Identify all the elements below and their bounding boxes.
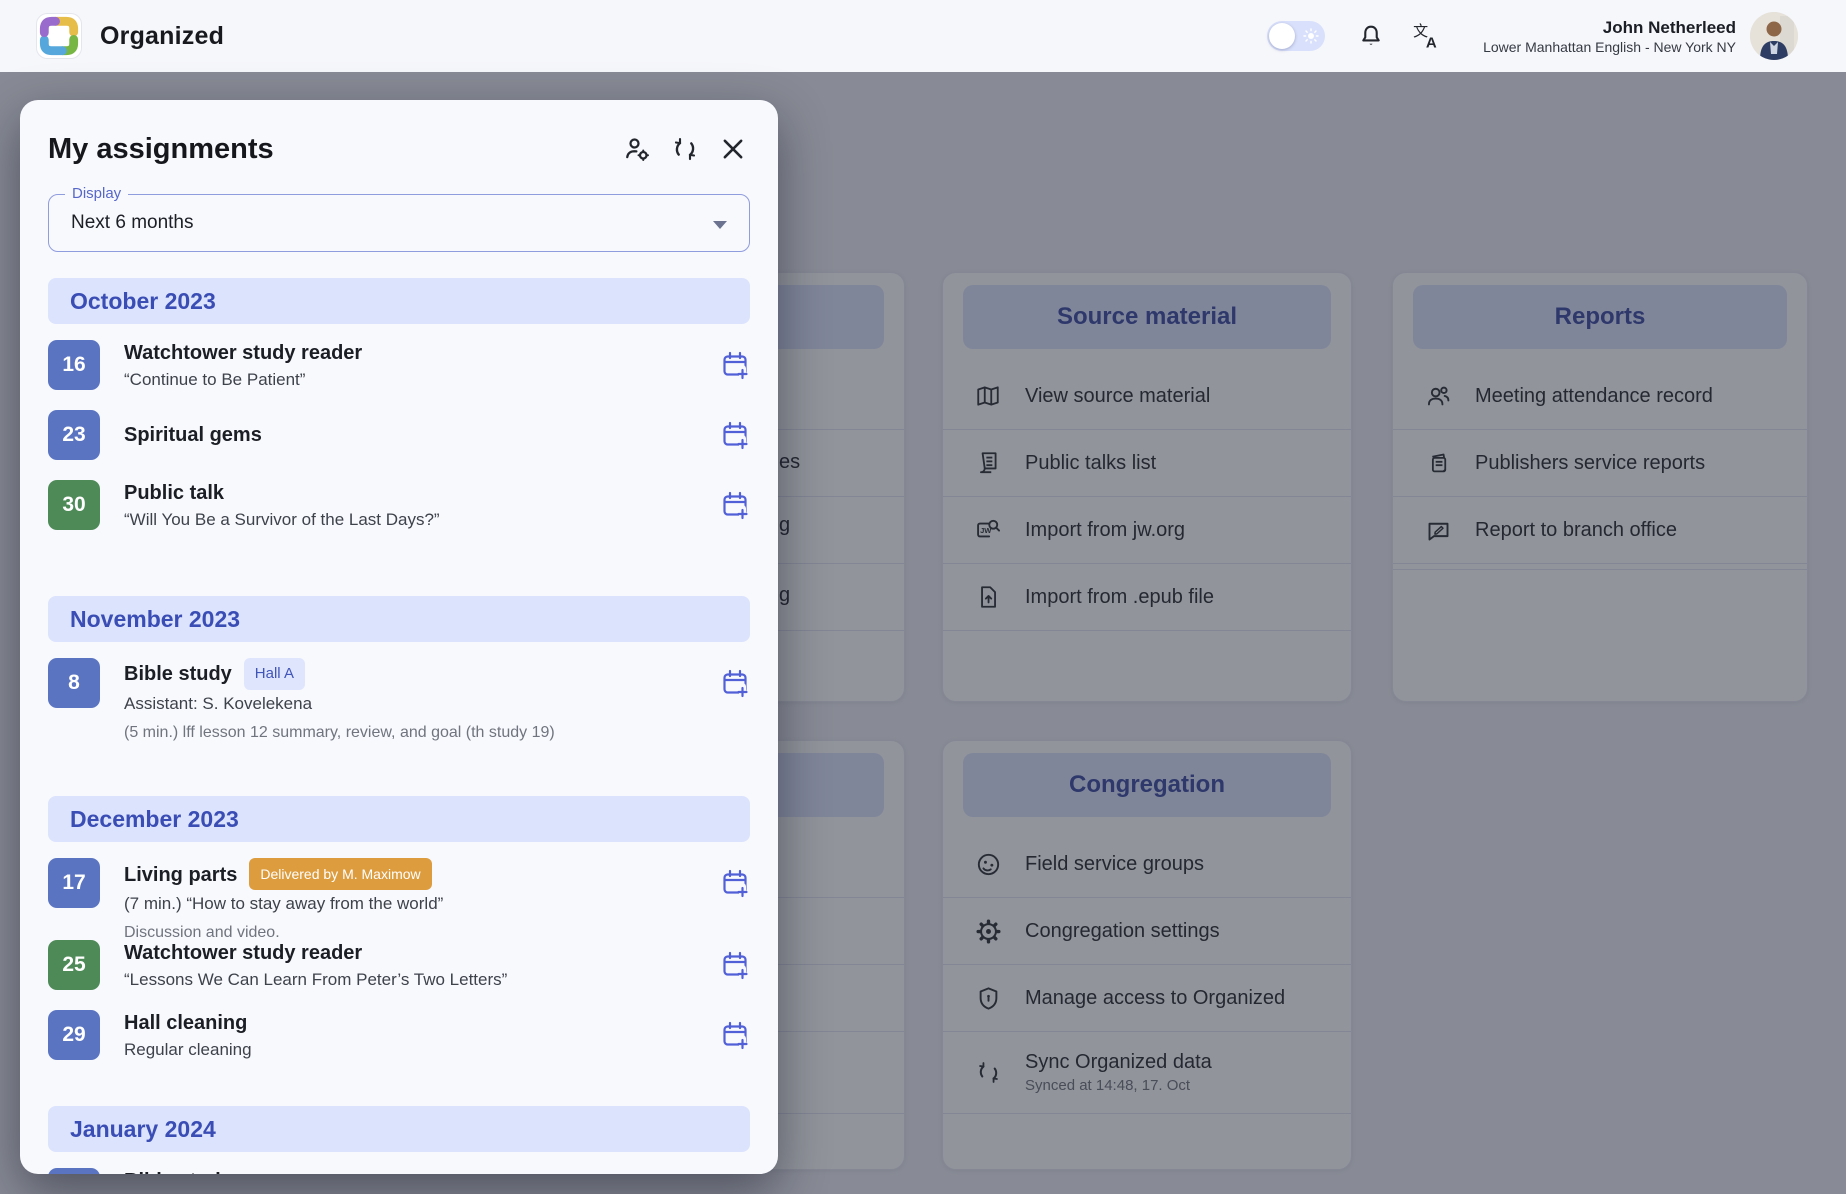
add-to-calendar-button[interactable] bbox=[718, 488, 752, 524]
bell-icon bbox=[1357, 22, 1385, 50]
assignment-title: Bible studyHall A bbox=[124, 658, 706, 690]
assignment-row: 29 Hall cleaning Regular cleaning bbox=[20, 1010, 778, 1080]
assignment-title: Watchtower study reader bbox=[124, 340, 706, 366]
assignment-row: 16 Watchtower study reader “Continue to … bbox=[20, 340, 778, 410]
date-badge: 29 bbox=[48, 1010, 100, 1060]
delivered-badge: Delivered by M. Maximow bbox=[249, 858, 431, 890]
assignment-row: 23 Spiritual gems bbox=[20, 410, 778, 480]
assignment-settings-button[interactable] bbox=[618, 130, 656, 168]
add-to-calendar-button[interactable] bbox=[718, 348, 752, 384]
display-select-label: Display bbox=[65, 185, 128, 202]
chevron-down-icon bbox=[713, 221, 727, 229]
modal-title: My assignments bbox=[48, 133, 608, 166]
assignment-subtitle: (7 min.) “How to stay away from the worl… bbox=[124, 892, 706, 915]
assignment-title: Public talk bbox=[124, 480, 706, 506]
display-select[interactable]: Display Next 6 months bbox=[48, 194, 750, 252]
month-header: December 2023 bbox=[48, 796, 750, 842]
assignment-row: 30 Public talk “Will You Be a Survivor o… bbox=[20, 480, 778, 570]
toggle-knob bbox=[1269, 23, 1295, 49]
theme-toggle[interactable] bbox=[1267, 21, 1325, 51]
add-to-calendar-button[interactable] bbox=[718, 866, 752, 902]
assignment-title: Hall cleaning bbox=[124, 1010, 706, 1036]
my-assignments-modal: My assignments bbox=[20, 100, 778, 1174]
assignment-subtitle: “Lessons We Can Learn From Peter’s Two L… bbox=[124, 968, 706, 991]
add-to-calendar-button[interactable] bbox=[718, 948, 752, 984]
assignment-title: Bible study bbox=[124, 1168, 706, 1174]
date-badge: 25 bbox=[48, 940, 100, 990]
assignment-row: 17 Living partsDelivered by M. Maximow (… bbox=[20, 858, 778, 940]
notifications-button[interactable] bbox=[1351, 16, 1391, 56]
date-badge: 8 bbox=[48, 658, 100, 708]
assignment-subtitle: Assistant: S. Kovelekena bbox=[124, 692, 706, 715]
add-to-calendar-button[interactable] bbox=[718, 666, 752, 702]
translate-icon: 文 A bbox=[1412, 21, 1442, 51]
assignment-title: Living partsDelivered by M. Maximow bbox=[124, 858, 706, 890]
date-badge: 17 bbox=[48, 858, 100, 908]
add-to-calendar-button[interactable] bbox=[718, 1018, 752, 1054]
organized-logo-icon bbox=[36, 13, 82, 59]
refresh-assignments-button[interactable] bbox=[666, 130, 704, 168]
month-header: January 2024 bbox=[48, 1106, 750, 1152]
assignment-row: 8 Bible studyHall A Assistant: S. Kovele… bbox=[20, 658, 778, 770]
assignment-title: Spiritual gems bbox=[124, 410, 706, 460]
assignment-row: 25 Watchtower study reader “Lessons We C… bbox=[20, 940, 778, 1010]
app-root: Organized 文 A bbox=[0, 0, 1846, 1194]
close-button[interactable] bbox=[714, 130, 752, 168]
user-congregation: Lower Manhattan English - New York NY bbox=[1483, 38, 1736, 56]
top-header: Organized 文 A bbox=[0, 0, 1846, 72]
hall-badge: Hall A bbox=[244, 658, 305, 690]
assignment-row: 8 Bible study Assistant: S. Kovelekena bbox=[20, 1168, 778, 1174]
date-badge: 8 bbox=[48, 1168, 100, 1174]
avatar[interactable] bbox=[1750, 12, 1798, 60]
date-badge: 30 bbox=[48, 480, 100, 530]
user-name: John Netherleed bbox=[1483, 17, 1736, 38]
date-badge: 23 bbox=[48, 410, 100, 460]
avatar-photo bbox=[1750, 12, 1798, 60]
svg-text:A: A bbox=[1426, 35, 1437, 51]
assignment-detail: (5 min.) lff lesson 12 summary, review, … bbox=[124, 722, 706, 744]
language-button[interactable]: 文 A bbox=[1407, 16, 1447, 56]
date-badge: 16 bbox=[48, 340, 100, 390]
assignment-subtitle: “Will You Be a Survivor of the Last Days… bbox=[124, 508, 706, 531]
app-title: Organized bbox=[100, 22, 224, 51]
month-header: November 2023 bbox=[48, 596, 750, 642]
add-to-calendar-button[interactable] bbox=[718, 418, 752, 454]
close-icon bbox=[719, 135, 747, 163]
assignment-title: Watchtower study reader bbox=[124, 940, 706, 966]
modal-header: My assignments bbox=[20, 100, 778, 168]
display-select-value: Next 6 months bbox=[49, 195, 749, 250]
month-header: October 2023 bbox=[48, 278, 750, 324]
assignment-subtitle: “Continue to Be Patient” bbox=[124, 368, 706, 391]
assignment-subtitle: Regular cleaning bbox=[124, 1038, 706, 1061]
user-info[interactable]: John Netherleed Lower Manhattan English … bbox=[1483, 17, 1736, 56]
sun-icon bbox=[1303, 28, 1319, 44]
